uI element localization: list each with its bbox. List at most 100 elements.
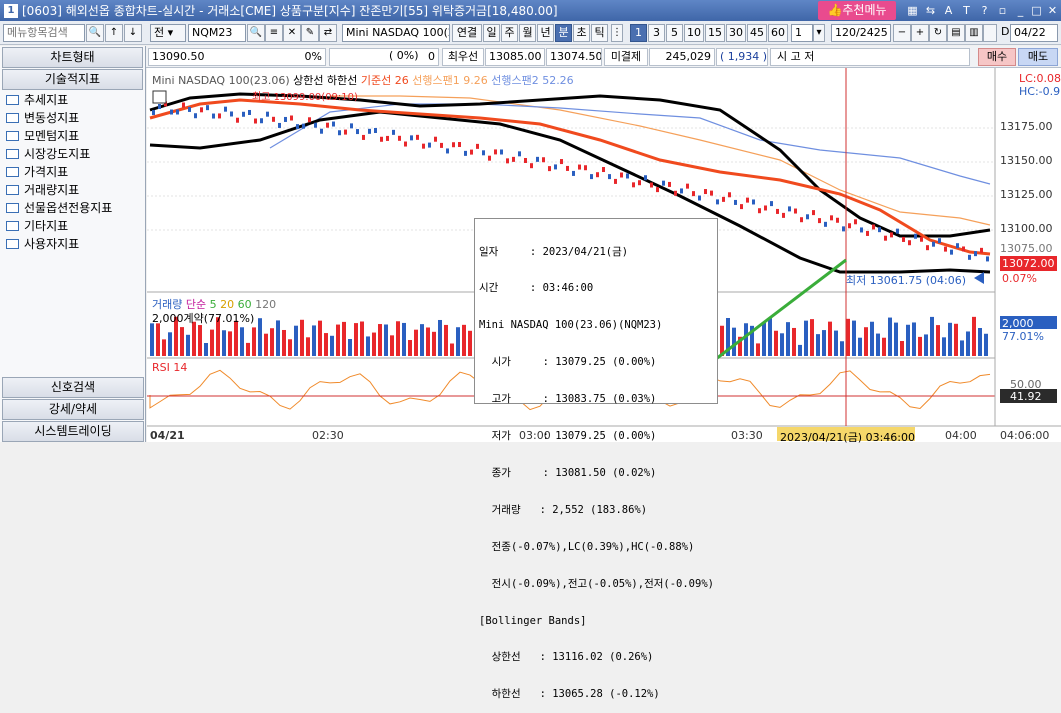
pin-icon[interactable]: ▫ xyxy=(994,2,1011,19)
candle xyxy=(674,190,677,196)
maximize-icon[interactable]: □ xyxy=(1028,2,1045,19)
volume-bar xyxy=(390,335,394,356)
checkbox[interactable] xyxy=(983,24,997,42)
period-10[interactable]: 10 xyxy=(684,24,704,42)
candle xyxy=(506,158,509,164)
tree-item-trend[interactable]: 추세지표 xyxy=(0,91,145,109)
chart-type-header[interactable]: 차트형태 xyxy=(2,47,143,68)
tree-item-other[interactable]: 기타지표 xyxy=(0,217,145,235)
oi-change-value: 1,934 xyxy=(727,50,760,63)
tab-continuous[interactable]: 연결 xyxy=(452,24,482,42)
search-icon[interactable]: 🔍 xyxy=(247,24,265,42)
arrow-up-icon[interactable]: ↑ xyxy=(105,24,123,42)
candle xyxy=(410,135,413,141)
tab-week[interactable]: 주 xyxy=(501,24,518,42)
period-60[interactable]: 60 xyxy=(768,24,788,42)
volume-bar xyxy=(264,333,268,356)
candle xyxy=(188,106,191,112)
minus-icon[interactable]: − xyxy=(893,24,911,42)
period-15[interactable]: 15 xyxy=(705,24,725,42)
close-icon[interactable]: ✕ xyxy=(1044,2,1061,19)
candle xyxy=(152,110,155,116)
clear-icon[interactable]: ✕ xyxy=(283,24,301,42)
chevron-down-icon[interactable]: ▾ xyxy=(813,24,825,42)
candle xyxy=(854,219,857,225)
candle xyxy=(578,164,581,170)
folder-icon xyxy=(6,185,19,195)
volume-bar xyxy=(732,327,736,356)
edit-icon[interactable]: ✎ xyxy=(301,24,319,42)
help-icon[interactable]: ? xyxy=(976,2,993,19)
buy-button[interactable]: 매수 xyxy=(978,48,1016,66)
sell-button[interactable]: 매도 xyxy=(1018,48,1058,66)
volume-bar xyxy=(972,316,976,356)
compare-icon[interactable]: ⇄ xyxy=(319,24,337,42)
code-input[interactable]: NQM23 xyxy=(188,24,246,42)
tree-item-volatility[interactable]: 변동성지표 xyxy=(0,109,145,127)
volume-bar xyxy=(186,334,190,356)
candle xyxy=(872,224,875,230)
tab-second[interactable]: 초 xyxy=(573,24,590,42)
candle xyxy=(290,115,293,121)
volume-bar xyxy=(354,323,358,356)
candle xyxy=(200,107,203,113)
tab-tick[interactable]: 틱 xyxy=(591,24,608,42)
tab-minute[interactable]: 분 xyxy=(555,24,572,42)
period-select[interactable]: 1 xyxy=(791,24,813,42)
tree-item-market-strength[interactable]: 시장강도지표 xyxy=(0,145,145,163)
minimize-icon[interactable]: _ xyxy=(1012,2,1029,19)
volume-bar xyxy=(858,337,862,356)
tree-item-futures-options[interactable]: 선물옵션전용지표 xyxy=(0,199,145,217)
tooltip-line: 고가 : 13083.75 (0.03%) xyxy=(479,393,657,406)
period-3[interactable]: 3 xyxy=(648,24,665,42)
bull-bear-button[interactable]: 강세/약세 xyxy=(2,399,144,420)
candle xyxy=(860,227,863,233)
tree-item-label: 시장강도지표 xyxy=(24,147,91,161)
arrow-down-icon[interactable]: ↓ xyxy=(124,24,142,42)
candle xyxy=(452,142,455,148)
candle xyxy=(476,143,479,149)
y-tick: 13125.00 xyxy=(1000,188,1053,201)
text-a-icon[interactable]: A xyxy=(940,2,957,19)
options-icon[interactable]: ⋮ xyxy=(611,24,623,42)
volume-bar xyxy=(876,333,880,356)
recommend-menu-button[interactable]: 👍추천메뉴 xyxy=(818,1,896,20)
date-input[interactable]: 04/22 xyxy=(1010,24,1058,42)
signal-search-button[interactable]: 신호검색 xyxy=(2,377,144,398)
candle xyxy=(554,164,557,170)
period-1[interactable]: 1 xyxy=(630,24,647,42)
plus-icon[interactable]: + xyxy=(911,24,929,42)
system-trading-button[interactable]: 시스템트레이딩 xyxy=(2,421,144,442)
period-5[interactable]: 5 xyxy=(666,24,683,42)
table-icon[interactable] xyxy=(152,90,167,104)
refresh-icon[interactable]: ↻ xyxy=(929,24,947,42)
volume-value: 2,000 xyxy=(1002,317,1034,330)
chart-settings-icon[interactable]: ▥ xyxy=(965,24,983,42)
tree-item-price[interactable]: 가격지표 xyxy=(0,163,145,181)
text-t-icon[interactable]: T xyxy=(958,2,975,19)
toolbar: 🔍 ↑ ↓ 전 ▾ NQM23 🔍 ≡ ✕ ✎ ⇄ Mini NASDAQ 10… xyxy=(0,21,1061,45)
period-45[interactable]: 45 xyxy=(747,24,767,42)
grid-icon[interactable]: ▤ xyxy=(947,24,965,42)
candle xyxy=(218,113,221,119)
code-type-select[interactable]: 전 ▾ xyxy=(150,24,186,42)
period-30[interactable]: 30 xyxy=(726,24,746,42)
volume-bar xyxy=(756,343,760,356)
link-icon[interactable]: ⇆ xyxy=(922,2,939,19)
search-icon[interactable]: 🔍 xyxy=(86,24,104,42)
tree-item-momentum[interactable]: 모멘텀지표 xyxy=(0,127,145,145)
tiles-icon[interactable]: ▦ xyxy=(904,2,921,19)
candle xyxy=(938,238,941,244)
tree-item-volume[interactable]: 거래량지표 xyxy=(0,181,145,199)
menu-search-input[interactable] xyxy=(3,24,85,42)
candle xyxy=(434,136,437,142)
tree-item-label: 모멘텀지표 xyxy=(24,129,80,143)
tab-month[interactable]: 월 xyxy=(519,24,536,42)
tech-indicator-header[interactable]: 기술적지표 xyxy=(2,69,143,90)
tab-year[interactable]: 년 xyxy=(537,24,554,42)
list-icon[interactable]: ≡ xyxy=(265,24,283,42)
volume-bar xyxy=(468,330,472,356)
candle xyxy=(212,113,215,119)
tab-day[interactable]: 일 xyxy=(483,24,500,42)
tree-item-user[interactable]: 사용자지표 xyxy=(0,235,145,253)
